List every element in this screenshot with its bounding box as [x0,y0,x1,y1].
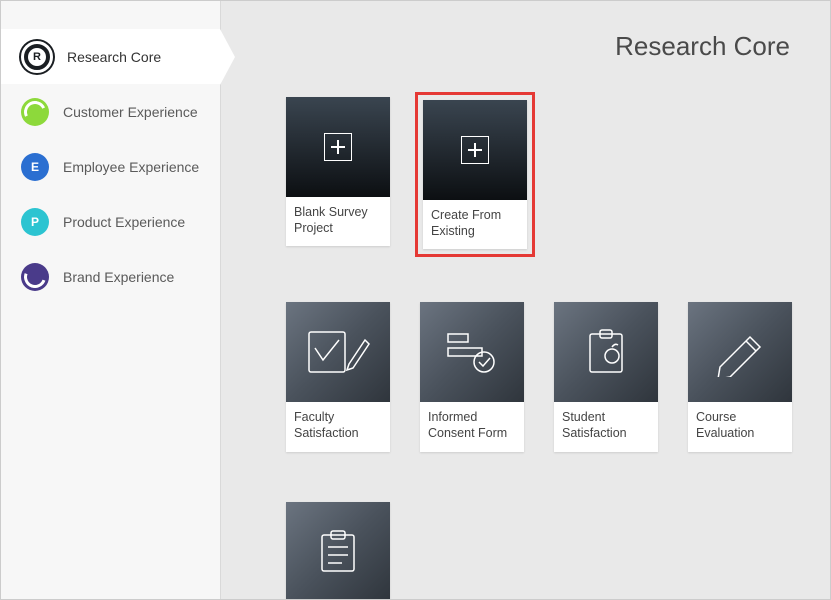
card-wrap: Informed Consent Form [415,297,529,456]
card-wrap: Student Recruitment [281,497,395,600]
card-grid: Blank Survey Project Create From Existin… [281,92,800,599]
plus-icon [324,133,352,161]
card-thumb [554,302,658,402]
card-wrap: Blank Survey Project [281,92,395,257]
clipboard-pencil-icon [286,302,390,402]
card-wrap: Faculty Satisfaction [281,297,395,456]
product-experience-icon: P [21,208,49,236]
page-title: Research Core [281,31,800,62]
card-thumb [286,97,390,197]
card-thumb [420,302,524,402]
sidebar-item-research-core[interactable]: R Research Core [1,29,220,84]
sidebar-item-customer-experience[interactable]: Customer Experience [1,84,220,139]
pencil-icon [688,302,792,402]
sidebar-item-label: Product Experience [63,214,185,230]
card-wrap: Course Evaluation [683,297,797,456]
clipboard-lines-icon [286,502,390,600]
form-check-icon [420,302,524,402]
card-wrap: Student Satisfaction [549,297,663,456]
main-content: Research Core Blank Survey Project [221,1,830,599]
card-thumb [286,502,390,600]
research-core-icon: R [21,41,53,73]
sidebar-item-label: Customer Experience [63,104,198,120]
sidebar-item-label: Employee Experience [63,159,199,175]
card-row-templates-1: Faculty Satisfaction [281,297,800,456]
card-faculty-satisfaction[interactable]: Faculty Satisfaction [286,302,390,451]
card-label: Student Satisfaction [554,402,658,451]
card-row-new: Blank Survey Project Create From Existin… [281,92,800,257]
card-thumb [688,302,792,402]
card-create-from-existing[interactable]: Create From Existing [423,100,527,249]
card-student-satisfaction[interactable]: Student Satisfaction [554,302,658,451]
card-blank-survey-project[interactable]: Blank Survey Project [286,97,390,246]
card-wrap-highlighted: Create From Existing [415,92,535,257]
card-label: Create From Existing [423,200,527,249]
sidebar-item-label: Brand Experience [63,269,174,285]
card-course-evaluation[interactable]: Course Evaluation [688,302,792,451]
customer-experience-icon [21,98,49,126]
clipboard-apple-icon [554,302,658,402]
card-informed-consent-form[interactable]: Informed Consent Form [420,302,524,451]
sidebar-item-brand-experience[interactable]: Brand Experience [1,249,220,304]
sidebar-item-employee-experience[interactable]: E Employee Experience [1,139,220,194]
card-label: Blank Survey Project [286,197,390,246]
sidebar: R Research Core Customer Experience E Em… [1,1,221,599]
sidebar-item-label: Research Core [67,49,161,65]
card-thumb [423,100,527,200]
app-root: R Research Core Customer Experience E Em… [1,1,830,599]
card-label: Course Evaluation [688,402,792,451]
brand-experience-icon [21,263,49,291]
card-thumb [286,302,390,402]
card-student-recruitment[interactable]: Student Recruitment [286,502,390,600]
employee-experience-icon: E [21,153,49,181]
card-label: Faculty Satisfaction [286,402,390,451]
sidebar-item-product-experience[interactable]: P Product Experience [1,194,220,249]
plus-icon [461,136,489,164]
card-label: Informed Consent Form [420,402,524,451]
card-row-templates-2: Student Recruitment [281,497,800,600]
